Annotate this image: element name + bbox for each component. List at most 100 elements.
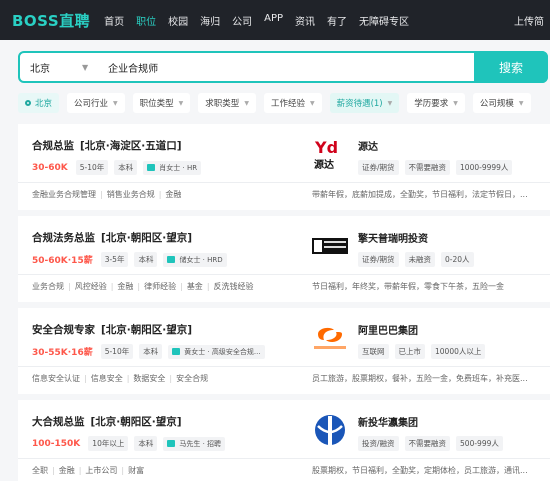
company-benefits: 股票期权，节日福利，全勤奖，定期体检，员工旅游，通讯... xyxy=(312,466,528,475)
skill-tag: 风控经验 xyxy=(74,282,107,291)
filter-job-type[interactable]: 职位类型 ▼ xyxy=(132,93,191,113)
filter-company-size[interactable]: 公司规模 ▼ xyxy=(472,93,531,113)
card-divider xyxy=(18,458,550,459)
company-tag: 已上市 xyxy=(394,344,425,359)
nav-link-campus[interactable]: 校园 xyxy=(168,13,188,28)
search-input[interactable] xyxy=(108,61,502,73)
job-card[interactable]: 合规总监 [北京·海淀区·五道口] 30-60K 5-10年 本科 肖女士 · H… xyxy=(18,124,550,210)
company-tag: 未融资 xyxy=(404,252,436,267)
company-name[interactable]: 擎天普瑞明投资 xyxy=(358,230,428,245)
filter-label: 工作经验 xyxy=(270,99,305,109)
job-title[interactable]: 安全合规专家 [北京·朝阳区·望京] xyxy=(32,322,192,337)
skill-tag: 金融 xyxy=(117,282,134,291)
skill-tag: 律师经验 xyxy=(144,282,177,291)
company-logo-qingtian[interactable] xyxy=(312,228,348,264)
chevron-down-icon: ▼ xyxy=(82,62,89,72)
job-name: 合规法务总监 xyxy=(32,232,95,244)
nav-link-youle[interactable]: 有了 xyxy=(327,13,347,28)
company-tag: 不需要融资 xyxy=(404,436,451,451)
chevron-down-icon: ▼ xyxy=(178,99,184,107)
company-benefits: 节日福利，年终奖，带薪年假，零食下午茶，五险一金 xyxy=(312,282,504,291)
city-selector[interactable]: 北京 xyxy=(30,60,82,75)
job-tag: 本科 xyxy=(139,344,163,359)
card-divider xyxy=(18,182,550,183)
company-name[interactable]: 源达 xyxy=(358,138,378,153)
filter-bar: 北京 公司行业 ▼ 职位类型 ▼ 求职类型 ▼ 工作经验 ▼ 薪资待遇(1) ▼ 学历要求… xyxy=(18,93,539,115)
company-tags: 证券/期货 未融资 0-20人 xyxy=(358,252,480,267)
skill-tag: 信息安全 xyxy=(90,374,123,383)
hr-name: 黄女士 · 高级安全合规... xyxy=(184,347,261,356)
nav-link-accessibility[interactable]: 无障碍专区 xyxy=(359,13,409,28)
hr-name: 储女士 · HRD xyxy=(179,255,223,264)
filter-salary[interactable]: 薪资待遇(1) ▼ xyxy=(329,93,400,113)
skill-tag: 金融 xyxy=(165,190,182,199)
job-name: 大合规总监 xyxy=(32,416,85,428)
job-info: 30-60K 5-10年 本科 肖女士 · HR xyxy=(32,160,202,175)
filter-experience[interactable]: 工作经验 ▼ xyxy=(263,93,322,113)
chevron-down-icon: ▼ xyxy=(309,99,315,107)
company-logo-xintou[interactable] xyxy=(312,412,348,448)
nav-link-jobs[interactable]: 职位 xyxy=(136,13,156,28)
hr-contact[interactable]: 肖女士 · HR xyxy=(143,160,202,175)
company-logo-alibaba[interactable] xyxy=(312,320,348,356)
skill-tag: 基金 xyxy=(186,282,203,291)
upload-resume-link[interactable]: 上传简 xyxy=(514,13,544,28)
filter-label: 公司行业 xyxy=(74,99,109,109)
search-button[interactable]: 搜索 xyxy=(474,51,548,83)
chevron-down-icon: ▼ xyxy=(244,99,249,107)
skill-tag: 销售业务合规 xyxy=(106,190,155,199)
job-salary: 30-55K·16薪 xyxy=(32,348,93,358)
skill-tag: 安全合规 xyxy=(176,374,209,383)
chat-icon xyxy=(167,256,176,263)
company-tag: 证券/期货 xyxy=(358,252,399,267)
chevron-down-icon: ▼ xyxy=(113,99,118,107)
company-logo-yuanda[interactable]: Yd 源达 xyxy=(312,136,348,172)
skill-tag: 业务合规 xyxy=(32,282,64,291)
chat-icon xyxy=(147,164,156,171)
skill-tag: 全职 xyxy=(32,466,48,475)
job-location: [北京·朝阳区·望京] xyxy=(101,324,193,336)
job-skills: 金融业务合规管理 | 销售业务合规 | 金融 xyxy=(32,190,182,199)
nav-link-company[interactable]: 公司 xyxy=(232,13,252,28)
filter-seek-type[interactable]: 求职类型 ▼ xyxy=(198,93,256,113)
company-name[interactable]: 新投华瀛集团 xyxy=(358,414,418,429)
job-salary: 50-60K·15薪 xyxy=(32,256,93,266)
company-tags: 证券/期货 不需要融资 1000-9999人 xyxy=(358,160,518,175)
job-card[interactable]: 大合规总监 [北京·朝阳区·望京] 100-150K 10年以上 本科 马先生 ·… xyxy=(18,400,550,481)
company-tag: 1000-9999人 xyxy=(456,160,513,175)
filter-industry[interactable]: 公司行业 ▼ xyxy=(67,93,125,113)
job-tag: 10年以上 xyxy=(88,436,129,451)
job-location: [北京·朝阳区·望京] xyxy=(90,416,182,428)
job-skills: 全职 | 金融 | 上市公司 | 财富 xyxy=(32,466,145,475)
hr-contact[interactable]: 储女士 · HRD xyxy=(163,252,227,267)
job-skills: 信息安全认证 | 信息安全 | 数据安全 | 安全合规 xyxy=(32,374,209,383)
job-title[interactable]: 大合规总监 [北京·朝阳区·望京] xyxy=(32,414,182,429)
nav-link-news[interactable]: 资讯 xyxy=(295,13,315,28)
boss-logo[interactable]: BOSS直聘 xyxy=(12,10,90,31)
job-title[interactable]: 合规法务总监 [北京·朝阳区·望京] xyxy=(32,230,192,245)
skill-tag: 财富 xyxy=(128,466,145,475)
hr-contact[interactable]: 黄女士 · 高级安全合规... xyxy=(168,344,265,359)
company-name[interactable]: 阿里巴巴集团 xyxy=(358,322,418,337)
company-tag: 500-999人 xyxy=(456,436,503,451)
company-benefits: 带薪年假，底薪加提成，全勤奖，节日福利，法定节假日，... xyxy=(312,190,528,199)
chevron-down-icon: ▼ xyxy=(453,99,458,107)
card-divider xyxy=(18,366,550,367)
hr-contact[interactable]: 马先生 · 招聘 xyxy=(163,436,226,451)
card-divider xyxy=(18,274,550,275)
nav-link-overseas[interactable]: 海归 xyxy=(200,13,220,28)
job-tag: 本科 xyxy=(134,252,158,267)
nav-link-app[interactable]: APP xyxy=(264,13,283,28)
filter-education[interactable]: 学历要求 ▼ xyxy=(407,93,465,113)
job-title[interactable]: 合规总监 [北京·海淀区·五道口] xyxy=(32,138,182,153)
job-card[interactable]: 安全合规专家 [北京·朝阳区·望京] 30-55K·16薪 5-10年 本科 黄女… xyxy=(18,308,550,394)
job-skills: 业务合规 | 风控经验 | 金融 | 律师经验 | 基金 | 反洗钱经验 xyxy=(32,282,254,291)
top-nav: BOSS直聘 首页 职位 校园 海归 公司 APP 资讯 有了 无障碍专区 上传… xyxy=(0,0,550,40)
job-name: 合规总监 xyxy=(32,140,74,152)
filter-label: 公司规模 xyxy=(479,99,514,109)
chat-icon xyxy=(167,440,176,447)
filter-city[interactable]: 北京 xyxy=(18,93,60,113)
nav-link-home[interactable]: 首页 xyxy=(104,13,124,28)
job-info: 30-55K·16薪 5-10年 本科 黄女士 · 高级安全合规... xyxy=(32,344,265,359)
job-card[interactable]: 合规法务总监 [北京·朝阳区·望京] 50-60K·15薪 3-5年 本科 储女士… xyxy=(18,216,550,302)
